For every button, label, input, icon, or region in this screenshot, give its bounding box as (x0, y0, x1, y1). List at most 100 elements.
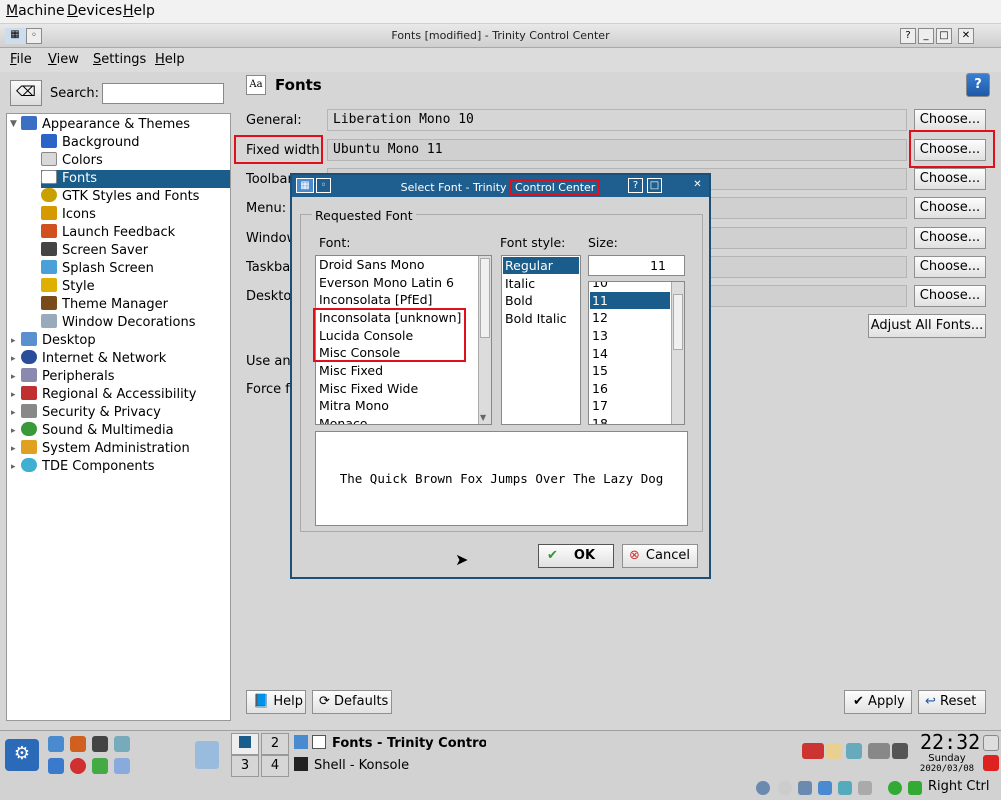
dialog-help-button[interactable]: ? (628, 178, 643, 193)
choose-toolbar-button[interactable]: Choose... (914, 168, 986, 190)
desktop-preview-icon[interactable] (195, 741, 219, 769)
font-list-scrollbar[interactable]: ▼ (478, 256, 491, 424)
choose-desktop-button[interactable]: Choose... (914, 285, 986, 307)
workspace-2[interactable]: 2 (261, 733, 289, 755)
help-lifebuoy-icon[interactable] (70, 758, 86, 774)
battery-icon[interactable] (892, 743, 908, 759)
choose-menu-button[interactable]: Choose... (914, 197, 986, 219)
cancel-button[interactable]: ⊗ Cancel (622, 544, 698, 568)
size-list-scrollbar[interactable] (671, 282, 684, 424)
tree-item-screen-saver[interactable]: Screen Saver (41, 242, 148, 260)
arrow-down-icon[interactable] (908, 781, 922, 795)
workspace-3[interactable]: 3 (231, 755, 259, 777)
tree-item-icons[interactable]: Icons (41, 206, 96, 224)
list-item[interactable]: 17 (592, 397, 608, 414)
close-button[interactable]: ✕ (958, 28, 974, 44)
help-button[interactable]: ? (900, 28, 916, 44)
tree-item-security[interactable]: Security & Privacy (21, 404, 161, 422)
size-spinbox[interactable]: 11 (588, 255, 685, 276)
minimize-button[interactable]: _ (918, 28, 934, 44)
list-item[interactable]: 10 (592, 282, 608, 291)
menu-view[interactable]: View (48, 52, 79, 67)
workspace-4[interactable]: 4 (261, 755, 289, 777)
utility-icon[interactable] (114, 758, 130, 774)
list-item[interactable]: Mitra Mono (319, 397, 389, 414)
dialog-maximize-button[interactable]: □ (647, 178, 662, 193)
browser-icon[interactable] (48, 758, 64, 774)
us-flag-icon[interactable] (802, 743, 824, 759)
tree-item-sound[interactable]: Sound & Multimedia (21, 422, 174, 440)
tree-item-desktop[interactable]: Desktop (21, 332, 96, 350)
shared-folders-icon[interactable] (838, 781, 852, 795)
clear-search-button[interactable]: ⌫ (10, 80, 42, 106)
task-konsole[interactable]: Shell - Konsole (294, 755, 486, 777)
list-item[interactable]: 18 (592, 415, 608, 424)
list-item[interactable]: Droid Sans Mono (319, 256, 425, 273)
list-item[interactable]: 11 (590, 292, 670, 309)
list-item[interactable]: Everson Mono Latin 6 (319, 274, 454, 291)
help-bottom-button[interactable]: 📘 Help (246, 690, 306, 714)
settings-icon[interactable] (92, 758, 108, 774)
scrollbar-thumb[interactable] (480, 258, 490, 338)
expand-icon[interactable]: ▸ (11, 336, 16, 346)
tree-item-regional[interactable]: Regional & Accessibility (21, 386, 196, 404)
tree-item-internet[interactable]: Internet & Network (21, 350, 166, 368)
tree-item-splash-screen[interactable]: Splash Screen (41, 260, 154, 278)
vm-menu-machine[interactable]: Machine (6, 3, 65, 19)
volume-icon[interactable] (846, 743, 862, 759)
workspace-1[interactable] (231, 733, 259, 755)
reset-button[interactable]: ↩ Reset (918, 690, 986, 714)
vm-menu-help[interactable]: Help (123, 3, 155, 19)
scroll-down-icon[interactable]: ▼ (480, 413, 486, 422)
list-item[interactable]: 12 (592, 309, 608, 326)
choose-taskbar-button[interactable]: Choose... (914, 256, 986, 278)
whats-this-help-icon[interactable]: ? (966, 73, 990, 97)
expand-icon[interactable]: ▼ (10, 119, 17, 129)
tree-item-launch-feedback[interactable]: Launch Feedback (41, 224, 175, 242)
tree-item-background[interactable]: Background (41, 134, 140, 152)
optical-icon[interactable] (778, 781, 792, 795)
logout-icon[interactable] (983, 755, 999, 771)
task-fonts[interactable]: Fonts - Trinity Control Ce (294, 733, 486, 755)
tree-item-style[interactable]: Style (41, 278, 95, 296)
menu-settings[interactable]: Settings (93, 52, 146, 67)
list-item[interactable]: 16 (592, 380, 608, 397)
list-item[interactable]: Bold Italic (505, 310, 567, 327)
home-icon[interactable] (70, 736, 86, 752)
tree-item-gtk-styles[interactable]: GTK Styles and Fonts (41, 188, 199, 206)
expand-icon[interactable]: ▸ (11, 390, 16, 400)
size-list[interactable]: 10 11 12 13 14 15 16 17 18 (588, 281, 685, 425)
search-input[interactable] (102, 83, 224, 104)
tree-item-window-decorations[interactable]: Window Decorations (41, 314, 196, 332)
tree-item-appearance[interactable]: Appearance & Themes (21, 116, 190, 134)
capture-icon[interactable] (888, 781, 902, 795)
network-adapter-icon[interactable] (818, 781, 832, 795)
network-icon[interactable] (868, 743, 890, 759)
scrollbar-thumb[interactable] (673, 294, 683, 350)
maximize-button[interactable]: □ (936, 28, 952, 44)
tree-item-tde-components[interactable]: TDE Components (21, 458, 155, 476)
list-item[interactable]: Inconsolata [PfEd] (319, 291, 432, 308)
usb-icon[interactable] (798, 781, 812, 795)
list-item[interactable]: Misc Fixed Wide (319, 380, 418, 397)
vm-menu-devices[interactable]: Devices (67, 3, 122, 19)
list-item[interactable]: 14 (592, 345, 608, 362)
clock-time[interactable]: 22:32 (920, 731, 980, 753)
dialog-close-button[interactable]: ✕ (690, 178, 705, 193)
expand-icon[interactable]: ▸ (11, 354, 16, 364)
terminal-icon[interactable] (92, 736, 108, 752)
list-item[interactable]: Misc Fixed (319, 362, 383, 379)
expand-icon[interactable]: ▸ (11, 426, 16, 436)
lock-screen-icon[interactable] (983, 735, 999, 751)
tree-item-system-admin[interactable]: System Administration (21, 440, 190, 458)
expand-icon[interactable]: ▸ (11, 372, 16, 382)
menu-help[interactable]: Help (155, 52, 185, 67)
control-center-icon[interactable] (114, 736, 130, 752)
list-item[interactable]: Monaco (319, 415, 368, 424)
klipper-icon[interactable] (826, 743, 842, 759)
tde-menu-icon[interactable]: ⚙ (5, 739, 39, 771)
expand-icon[interactable]: ▸ (11, 444, 16, 454)
list-item[interactable]: Bold (505, 292, 533, 309)
hdd-icon[interactable] (756, 781, 770, 795)
display-icon[interactable] (858, 781, 872, 795)
